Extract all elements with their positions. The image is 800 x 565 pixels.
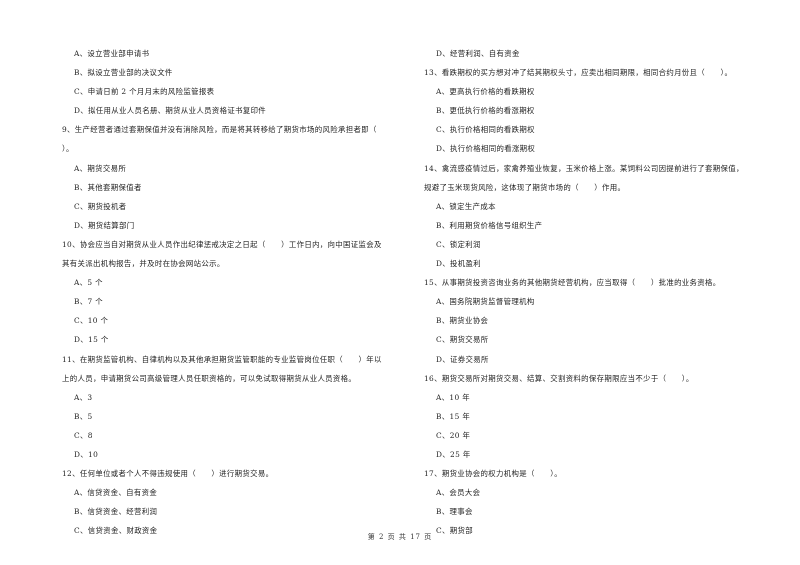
answer-option: A、设立营业部申请书 [74,49,150,58]
answer-option: A、信贷资金、自有资金 [74,488,158,498]
answer-option: C、期货交易所 [436,335,489,345]
answer-option: B、信贷资金、经营利润 [74,507,158,517]
answer-option: D、10 [74,449,99,459]
answer-option: A、国务院期货监督管理机构 [436,297,535,307]
answer-option: A、锁定生产成本 [436,201,496,211]
left-column: A、设立营业部申请书 B、拟设立营业部的决议文件 C、申请日前 2 个月月末的风险监… [62,44,402,540]
question-text: 10、协会应当自对期货从业人员作出纪律惩戒决定之日起（ ）工作日内，向中国证监会… [62,239,382,249]
page-footer: 第 2 页 共 17 页 [367,533,433,541]
question-text: 9、生产经营者通过套期保值并没有消除风险，而是将其转移给了期货市场的风险承担者即… [62,125,377,135]
answer-option: A、3 [74,392,93,402]
answer-option: C、申请日前 2 个月月末的风险监管报表 [74,87,215,97]
question-text: ）。 [62,144,74,154]
answer-option: D、拟任用从业人员名册、期货从业人员资格证书复印件 [74,106,267,116]
question-text: 规避了玉米现货风险，这体现了期货市场的（ ）作用。 [424,182,626,192]
answer-option: D、投机盈利 [436,259,481,269]
answer-option: D、期货结算部门 [74,220,135,230]
answer-option: D、经营利润、自有资金 [436,49,520,58]
question-text: 11、在期货监管机构、自律机构以及其他承担期货监管职能的专业监管岗位任职（ ）年… [62,354,382,364]
answer-option: C、期货投机者 [74,201,127,211]
question-text: 16、期货交易所对期货交易、结算、交割资料的保存期限应当不少于（ ）。 [424,373,694,383]
answer-option: B、更低执行价格的看涨期权 [436,106,535,116]
answer-option: B、期货业协会 [436,316,489,326]
answer-option: D、15 个 [74,335,109,345]
answer-option: D、执行价格相同的看涨期权 [436,144,536,154]
answer-option: B、拟设立营业部的决议文件 [74,68,173,78]
answer-option: B、7 个 [74,297,104,307]
question-text: 14、禽流感疫情过后，家禽养殖业恢复，玉米价格上涨。某饲料公司因提前进行了套期保… [424,163,744,173]
question-text: 13、看跌期权的买方想对冲了结其期权头寸，应卖出相同期限，相同合约月份且（ ）。 [424,68,733,78]
right-column: D、经营利润、自有资金 13、看跌期权的买方想对冲了结其期权头寸，应卖出相同期限，… [424,44,764,540]
question-text: 上的人员，申请期货公司高级管理人员任职资格的，可以免试取得期货从业人员资格。 [62,373,357,383]
question-text: 12、任何单位或者个人不得违规使用（ ）进行期货交易。 [62,469,274,479]
answer-option: A、会员大会 [436,488,481,498]
answer-option: A、期货交易所 [74,163,127,173]
question-text: 其有关派出机构报告，并及时在协会网站公示。 [62,259,225,269]
question-text: 17、期货业协会的权力机构是（ ）。 [424,469,562,479]
answer-option: A、10 年 [436,392,470,402]
answer-option: B、其他套期保值者 [74,182,142,192]
answer-option: B、利用期货价格信号组织生产 [436,220,543,230]
answer-option: C、20 年 [436,430,471,440]
answer-option: B、15 年 [436,411,471,421]
question-text: 15、从事期货投资咨询业务的其他期货经营机构，应当取得（ ）批准的业务资格。 [424,278,721,288]
answer-option: B、理事会 [436,507,473,517]
answer-option: C、8 [74,430,93,440]
answer-option: C、执行价格相同的看跌期权 [436,125,535,135]
answer-option: D、证券交易所 [436,354,489,364]
answer-option: D、25 年 [436,449,471,459]
answer-option: C、10 个 [74,316,109,326]
answer-option: A、5 个 [74,278,103,288]
answer-option: A、更高执行价格的看跌期权 [436,87,535,97]
answer-option: B、5 [74,411,93,421]
answer-option: C、锁定利润 [436,239,481,249]
